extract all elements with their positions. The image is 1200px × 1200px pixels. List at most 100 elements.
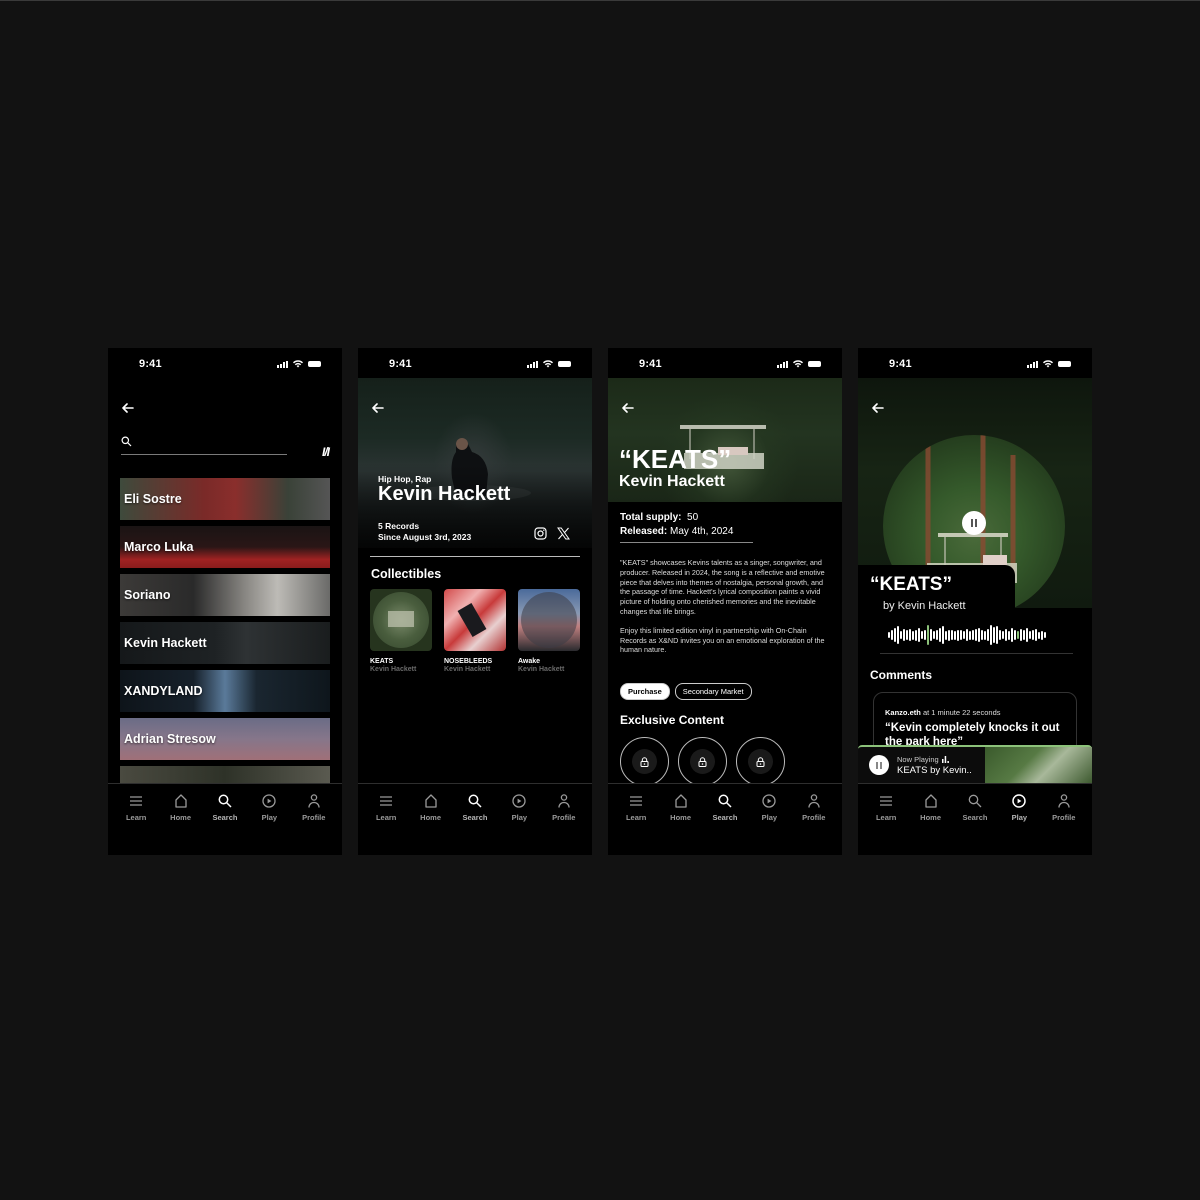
waveform-bar [948, 629, 950, 641]
waveform-bar [1008, 630, 1010, 640]
divider [880, 653, 1073, 654]
waveform-bar [1017, 631, 1019, 639]
nav-search[interactable]: Search [705, 793, 745, 855]
nav-search[interactable]: Search [455, 793, 495, 855]
nav-profile[interactable]: Profile [544, 793, 584, 855]
now-playing-bar[interactable]: Now Playing KEATS by Kevin.. [858, 745, 1092, 783]
status-bar: 9:41 [858, 348, 1092, 378]
status-bar: 9:41 [108, 348, 342, 378]
release-info: Total supply: 50 Released: May 4th, 2024 [620, 512, 734, 537]
divider [370, 556, 580, 557]
screen-player: 9:41 “KEATS” by Kevin Hackett Comments K… [858, 348, 1092, 855]
nav-search[interactable]: Search [205, 793, 245, 855]
nav-home[interactable]: Home [411, 793, 451, 855]
bottom-nav: Learn Home Search Play Profile [358, 783, 592, 855]
profile-icon [808, 794, 820, 808]
waveform-bar [1035, 629, 1037, 641]
locked-content-item[interactable] [736, 737, 785, 786]
instagram-icon[interactable] [534, 527, 547, 540]
play-circle-icon [512, 794, 527, 808]
comment-user[interactable]: Kanzo.eth [885, 708, 921, 717]
waveform-bar [918, 628, 920, 642]
collectible-art [518, 589, 580, 651]
nav-profile[interactable]: Profile [294, 793, 334, 855]
nav-play[interactable]: Play [999, 793, 1039, 855]
nav-learn[interactable]: Learn [866, 793, 906, 855]
play-circle-icon [1012, 794, 1027, 808]
profile-icon [308, 794, 320, 808]
search-icon [218, 794, 232, 808]
nav-profile[interactable]: Profile [1044, 793, 1084, 855]
home-icon [174, 794, 187, 808]
waveform-bar [1041, 630, 1043, 640]
record-count: 5 Records [378, 521, 420, 531]
waveform-bar [915, 629, 917, 641]
locked-content-item[interactable] [678, 737, 727, 786]
waveform-bar [1005, 629, 1007, 641]
audio-waveform-scrubber[interactable] [888, 624, 1046, 646]
total-supply-value: 50 [687, 512, 699, 523]
profile-icon [1058, 794, 1070, 808]
waveform-bar [987, 629, 989, 641]
waveform-bar [1020, 629, 1022, 641]
back-arrow-icon[interactable] [371, 401, 385, 415]
pause-icon [971, 519, 973, 527]
nav-profile[interactable]: Profile [794, 793, 834, 855]
artist-row[interactable]: Soriano [120, 574, 330, 616]
collectible-card[interactable]: KEATS Kevin Hackett [370, 589, 432, 673]
search-input[interactable] [121, 436, 287, 455]
waveform-bar [996, 626, 998, 644]
x-twitter-icon[interactable] [557, 527, 570, 540]
nav-learn[interactable]: Learn [366, 793, 406, 855]
back-arrow-icon[interactable] [121, 401, 135, 415]
locked-content-item[interactable] [620, 737, 669, 786]
artist-row[interactable]: Kevin Hackett [120, 622, 330, 664]
back-arrow-icon[interactable] [871, 401, 885, 415]
waveform-bar [921, 631, 923, 639]
secondary-market-button[interactable]: Secondary Market [674, 683, 752, 700]
lock-icon [640, 756, 649, 767]
collectible-card[interactable]: NOSEBLEEDS Kevin Hackett [444, 589, 506, 673]
waveform-bar [1023, 630, 1025, 640]
waveform-bar [960, 630, 962, 640]
collectible-art [444, 589, 506, 651]
waveform-bar [975, 629, 977, 641]
artist-row[interactable]: Adrian Stresow [120, 718, 330, 760]
nav-search[interactable]: Search [955, 793, 995, 855]
waveform-bar [939, 628, 941, 642]
nav-home[interactable]: Home [661, 793, 701, 855]
waveform-bar [999, 630, 1001, 640]
mini-pause-button[interactable] [869, 755, 889, 775]
nav-home[interactable]: Home [911, 793, 951, 855]
menu-icon [880, 796, 893, 806]
waveform-bar [993, 627, 995, 643]
collectible-card[interactable]: Awake Kevin Hackett [518, 589, 580, 673]
waveform-bar [984, 630, 986, 640]
profile-icon [558, 794, 570, 808]
nav-learn[interactable]: Learn [116, 793, 156, 855]
waveform-bar [990, 625, 992, 645]
screen-release: 9:41 “KEATS” Kevin Hackett Total supply:… [608, 348, 842, 855]
nav-play[interactable]: Play [249, 793, 289, 855]
pause-button[interactable] [962, 511, 986, 535]
battery-icon [808, 361, 821, 367]
collectibles-title: Collectibles [371, 567, 442, 581]
purchase-button[interactable]: Purchase [620, 683, 670, 700]
battery-icon [1058, 361, 1071, 367]
artist-row[interactable]: XANDYLAND [120, 670, 330, 712]
bottom-nav: Learn Home Search Play Profile [858, 783, 1092, 855]
waveform-bar [969, 630, 971, 640]
artist-row[interactable]: Marco Luka [120, 526, 330, 568]
waveform-bar [963, 631, 965, 639]
nav-learn[interactable]: Learn [616, 793, 656, 855]
home-icon [924, 794, 937, 808]
artist-row[interactable]: Eli Sostre [120, 478, 330, 520]
nav-play[interactable]: Play [499, 793, 539, 855]
back-arrow-icon[interactable] [621, 401, 635, 415]
nav-play[interactable]: Play [749, 793, 789, 855]
nav-home[interactable]: Home [161, 793, 201, 855]
brand-logo[interactable]: I/I [322, 445, 330, 459]
waveform-bar [978, 628, 980, 642]
comment-timestamp: at 1 minute 22 seconds [922, 708, 1001, 717]
signal-icon [277, 360, 288, 368]
